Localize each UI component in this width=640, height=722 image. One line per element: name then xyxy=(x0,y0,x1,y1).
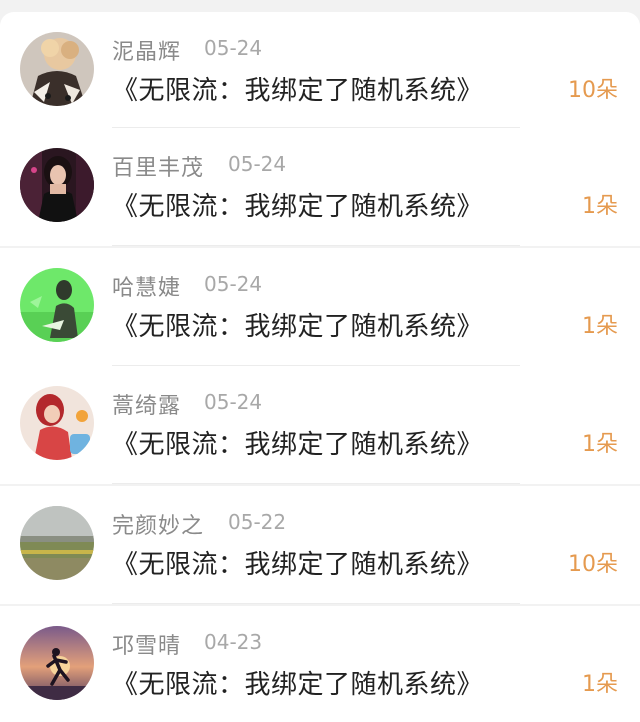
avatar-landscape-icon xyxy=(20,506,94,580)
flower-count: 10朵 xyxy=(568,552,618,577)
avatar-green-photo-icon xyxy=(20,268,94,342)
flower-count: 10朵 xyxy=(568,78,618,103)
row-divider xyxy=(112,483,520,484)
username[interactable]: 完颜妙之 xyxy=(112,508,204,540)
list-item[interactable]: 百里丰茂 05-24 《无限流：我绑定了随机系统》 1朵 xyxy=(0,128,640,246)
avatar-woman-dark-hair-icon xyxy=(20,148,94,222)
list-item[interactable]: 泥晶辉 05-24 《无限流：我绑定了随机系统》 10朵 xyxy=(0,12,640,128)
book-title[interactable]: 《无限流：我绑定了随机系统》 xyxy=(112,186,483,223)
row-divider xyxy=(112,245,520,246)
list-item[interactable]: 邛雪晴 04-23 《无限流：我绑定了随机系统》 1朵 xyxy=(0,606,640,722)
user-avatar[interactable] xyxy=(20,148,94,222)
gift-date: 05-22 xyxy=(228,510,287,534)
flower-count: 1朵 xyxy=(582,672,618,697)
username[interactable]: 百里丰茂 xyxy=(112,150,204,182)
flower-count: 1朵 xyxy=(582,314,618,339)
user-avatar[interactable] xyxy=(20,626,94,700)
gift-date: 05-24 xyxy=(204,36,263,60)
top-strip xyxy=(0,0,640,10)
user-avatar[interactable] xyxy=(20,386,94,460)
user-avatar[interactable] xyxy=(20,506,94,580)
gift-date: 05-24 xyxy=(204,390,263,414)
book-title[interactable]: 《无限流：我绑定了随机系统》 xyxy=(112,544,483,581)
user-avatar[interactable] xyxy=(20,268,94,342)
avatar-woman-red-icon xyxy=(20,386,94,460)
username[interactable]: 蒿绮露 xyxy=(112,388,181,420)
book-title[interactable]: 《无限流：我绑定了随机系统》 xyxy=(112,664,483,701)
username[interactable]: 哈慧婕 xyxy=(112,270,181,302)
flower-count: 1朵 xyxy=(582,194,618,219)
user-avatar[interactable] xyxy=(20,32,94,106)
username[interactable]: 泥晶辉 xyxy=(112,34,181,66)
list-item[interactable]: 哈慧婕 05-24 《无限流：我绑定了随机系统》 1朵 xyxy=(0,248,640,366)
gift-date: 05-24 xyxy=(228,152,287,176)
avatar-woman-curly-hair-icon xyxy=(20,32,94,106)
avatar-runner-sunset-icon xyxy=(20,626,94,700)
book-title[interactable]: 《无限流：我绑定了随机系统》 xyxy=(112,424,483,461)
flower-count: 1朵 xyxy=(582,432,618,457)
gift-date: 05-24 xyxy=(204,272,263,296)
username[interactable]: 邛雪晴 xyxy=(112,628,181,660)
book-title[interactable]: 《无限流：我绑定了随机系统》 xyxy=(112,70,483,107)
gift-date: 04-23 xyxy=(204,630,263,654)
row-divider xyxy=(112,603,520,604)
book-title[interactable]: 《无限流：我绑定了随机系统》 xyxy=(112,306,483,343)
gift-record-list: 泥晶辉 05-24 《无限流：我绑定了随机系统》 10朵 百里丰茂 05-24 … xyxy=(0,0,640,722)
list-item[interactable]: 蒿绮露 05-24 《无限流：我绑定了随机系统》 1朵 xyxy=(0,366,640,484)
list-item[interactable]: 完颜妙之 05-22 《无限流：我绑定了随机系统》 10朵 xyxy=(0,486,640,604)
